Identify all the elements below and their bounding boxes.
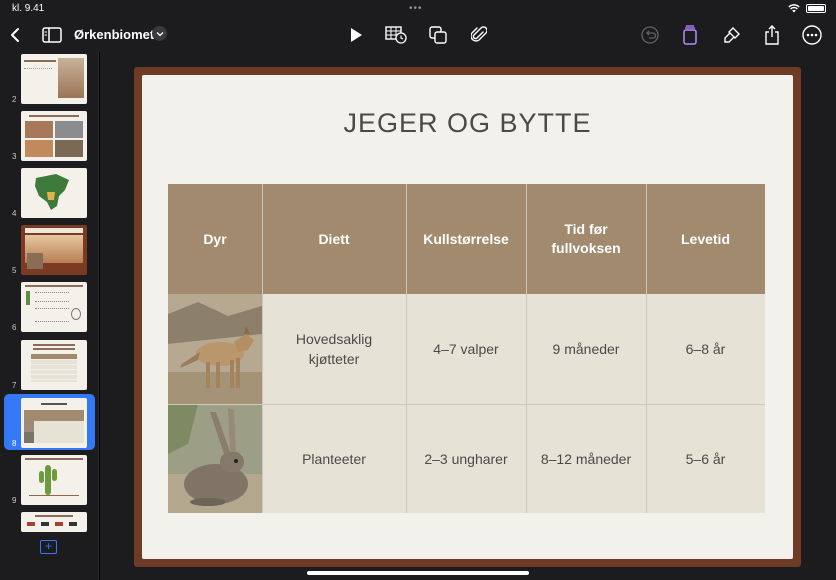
slide-thumbnail[interactable] xyxy=(21,111,87,161)
media-button[interactable] xyxy=(467,23,491,47)
arrange-button[interactable] xyxy=(678,23,702,47)
battery-icon xyxy=(806,3,826,13)
format-button[interactable] xyxy=(720,23,744,47)
paperclip-icon xyxy=(471,26,487,42)
table-divider xyxy=(646,184,647,513)
table-divider xyxy=(262,184,263,513)
play-icon xyxy=(351,28,362,42)
slide-number: 5 xyxy=(12,266,17,275)
table-divider xyxy=(406,184,407,513)
table-divider xyxy=(526,184,527,513)
slide-frame: JEGER OG BYTTE Dyr Diett Kullstørrelse T… xyxy=(134,67,801,567)
table-header-cell[interactable]: Levetid xyxy=(646,184,765,294)
paintbrush-icon xyxy=(724,27,740,43)
undo-icon xyxy=(641,26,659,44)
slide-number: 4 xyxy=(12,209,17,218)
slide-thumbnail[interactable] xyxy=(21,455,87,505)
status-icons xyxy=(788,3,826,13)
status-bar: kl. 9.41 ••• xyxy=(0,0,836,18)
slide-thumbnail[interactable] xyxy=(21,54,87,104)
map-icon xyxy=(35,174,69,210)
slide-number: 8 xyxy=(12,439,17,448)
back-button[interactable] xyxy=(3,23,27,47)
layers-icon xyxy=(683,25,697,45)
slide-number: 2 xyxy=(12,95,17,104)
slide-thumbnail-selected[interactable] xyxy=(21,398,87,448)
coyote-photo xyxy=(168,294,262,404)
slide[interactable]: JEGER OG BYTTE Dyr Diett Kullstørrelse T… xyxy=(142,75,793,559)
sidebar-toggle-button[interactable] xyxy=(40,23,64,47)
slide-thumbnail[interactable] xyxy=(21,282,87,332)
multitasking-dots-icon[interactable]: ••• xyxy=(409,3,423,14)
table-cell[interactable]: 4–7 valper xyxy=(406,294,526,404)
table-cell[interactable]: 6–8 år xyxy=(646,294,765,404)
table-header-cell[interactable]: Kullstørrelse xyxy=(406,184,526,294)
document-title[interactable]: Ørkenbiomet xyxy=(74,27,154,42)
table-row[interactable] xyxy=(168,294,262,404)
shapes-icon xyxy=(429,26,447,44)
table-cell[interactable]: Planteeter xyxy=(262,404,406,513)
slide-canvas: JEGER OG BYTTE Dyr Diett Kullstørrelse T… xyxy=(100,52,836,580)
slide-thumbnail[interactable] xyxy=(21,340,87,390)
table-cell[interactable]: Hovedsaklig kjøtteter xyxy=(262,294,406,404)
document-menu-button[interactable] xyxy=(152,26,167,41)
table-cell[interactable]: 2–3 ungharer xyxy=(406,404,526,513)
toolbar: Ørkenbiomet xyxy=(0,18,836,52)
play-button[interactable] xyxy=(344,23,368,47)
slide-number: 7 xyxy=(12,381,17,390)
table-cell[interactable]: 5–6 år xyxy=(646,404,765,513)
data-table[interactable]: Dyr Diett Kullstørrelse Tid før fullvoks… xyxy=(168,184,765,513)
jackrabbit-photo xyxy=(168,404,262,513)
share-icon xyxy=(765,25,779,45)
chevron-down-icon xyxy=(156,31,163,36)
slide-number: 3 xyxy=(12,152,17,161)
table-cell[interactable]: 9 måneder xyxy=(526,294,646,404)
table-row[interactable] xyxy=(168,404,262,513)
home-indicator[interactable] xyxy=(307,571,529,575)
slide-navigator: 2 3 4 5 6 7 8 9 + xyxy=(0,52,99,580)
slide-thumbnail[interactable] xyxy=(21,512,87,532)
table-insert-button[interactable] xyxy=(384,23,408,47)
table-clock-icon xyxy=(385,26,407,44)
slide-thumbnail[interactable] xyxy=(21,225,87,275)
table-divider xyxy=(168,404,765,405)
more-icon xyxy=(802,25,822,45)
undo-button[interactable] xyxy=(638,23,662,47)
chevron-left-icon xyxy=(11,28,19,42)
table-header-cell[interactable]: Diett xyxy=(262,184,406,294)
share-button[interactable] xyxy=(760,23,784,47)
table-cell[interactable]: 8–12 måneder xyxy=(526,404,646,513)
add-slide-button[interactable]: + xyxy=(40,540,57,554)
wifi-icon xyxy=(788,4,800,13)
slide-thumbnail[interactable] xyxy=(21,168,87,218)
table-header-cell[interactable]: Dyr xyxy=(168,184,262,294)
more-button[interactable] xyxy=(800,23,824,47)
slide-number: 9 xyxy=(12,496,17,505)
table-header-cell[interactable]: Tid før fullvoksen xyxy=(526,184,646,294)
slide-title[interactable]: JEGER OG BYTTE xyxy=(142,108,793,139)
sidebar-icon xyxy=(42,27,62,43)
slide-number: 6 xyxy=(12,323,17,332)
shapes-button[interactable] xyxy=(426,23,450,47)
status-time: kl. 9.41 xyxy=(12,3,45,14)
